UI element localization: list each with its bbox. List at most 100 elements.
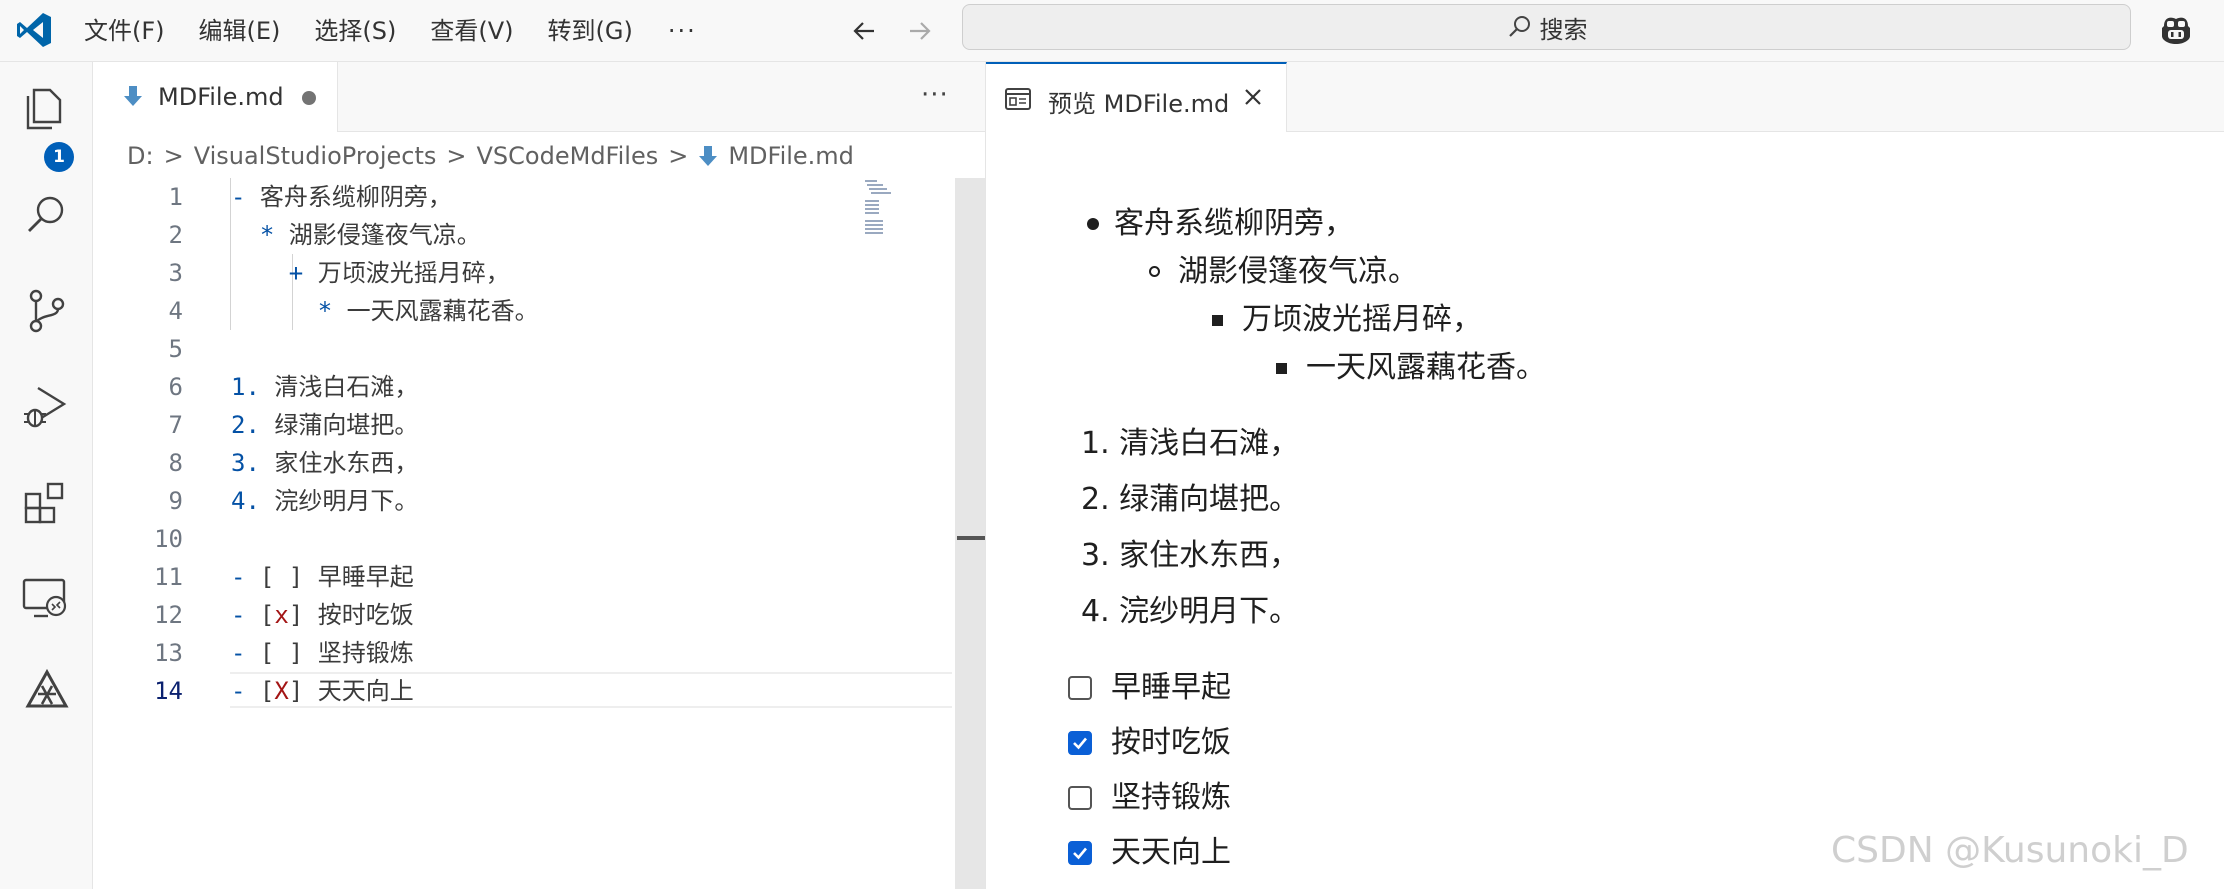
explorer-icon[interactable] (20, 80, 74, 134)
code-editor[interactable]: 1 - 客舟系缆柳阴旁， 2 * 湖影侵篷夜气凉。 3 + 万顷波光摇月碎， 4… (93, 178, 955, 889)
code-line: 4 * 一天风露藕花香。 (93, 292, 883, 330)
code-line: 2 * 湖影侵篷夜气凉。 (93, 216, 883, 254)
editor-scrollbar[interactable] (955, 178, 985, 889)
explorer-badge: 1 (44, 142, 74, 172)
code-line: 5 (93, 330, 883, 368)
bullet-square (1276, 363, 1287, 374)
checkmark-icon (1073, 847, 1087, 860)
list-item: 客舟系缆柳阴旁， (1114, 206, 1354, 241)
menu-edit[interactable]: 编辑(E) (182, 0, 298, 62)
line-number: 8 (168, 449, 183, 477)
menu-go[interactable]: 转到(G) (531, 0, 650, 62)
copilot-icon[interactable] (2156, 10, 2196, 50)
line-content: 1. 清浅白石滩， (231, 373, 419, 401)
preview-icon (1005, 88, 1031, 110)
activity-bar: 1 (0, 62, 93, 889)
markdown-file-icon (699, 146, 718, 166)
source-control-icon[interactable] (20, 284, 74, 338)
chevron-right-icon: > (668, 142, 689, 170)
line-content: * 湖影侵篷夜气凉。 (259, 221, 481, 249)
ordered-list-item: 4. 浣纱明月下。 (1081, 594, 1300, 629)
task-label: 早睡早起 (1111, 670, 1231, 705)
menu-selection[interactable]: 选择(S) (297, 0, 413, 62)
tab-mdfile[interactable]: MDFile.md (93, 62, 338, 132)
menu-view[interactable]: 查看(V) (413, 0, 530, 62)
task-checkbox-checked[interactable] (1068, 731, 1092, 755)
line-content: 4. 浣纱明月下。 (231, 487, 419, 515)
preview-tab-label: 预览 MDFile.md (1048, 90, 1230, 118)
list-item: 湖影侵篷夜气凉。 (1178, 254, 1418, 289)
task-checkbox[interactable] (1068, 786, 1092, 810)
list-item: 万顷波光摇月碎， (1242, 302, 1482, 337)
line-number: 14 (154, 677, 183, 705)
task-label: 按时吃饭 (1111, 725, 1231, 760)
checkmark-icon (1073, 737, 1087, 750)
line-number: 9 (168, 487, 183, 515)
breadcrumb-subfolder[interactable]: VSCodeMdFiles (477, 142, 659, 170)
line-content: * 一天风露藕花香。 (317, 297, 539, 325)
breadcrumb: D: > VisualStudioProjects > VSCodeMdFile… (127, 140, 854, 172)
line-number: 5 (168, 335, 183, 363)
line-number: 10 (154, 525, 183, 553)
code-line: 7 2. 绿蒲向堪把。 (93, 406, 883, 444)
line-content: - [x] 按时吃饭 (231, 601, 414, 629)
code-line: 13 - [ ] 坚持锻炼 (93, 634, 883, 672)
line-content: - [X] 天天向上 (231, 677, 414, 705)
bullet-square (1212, 315, 1223, 326)
task-label: 天天向上 (1111, 835, 1231, 870)
tab-preview[interactable]: 预览 MDFile.md (986, 62, 1287, 132)
search-label: 搜索 (1539, 15, 1588, 44)
copilot-chat-icon[interactable] (20, 666, 74, 720)
watermark: CSDN @Kusunoki_D (1831, 830, 2189, 871)
bullet-circle (1149, 266, 1160, 277)
breadcrumb-drive[interactable]: D: (127, 142, 154, 170)
unsaved-dot-icon[interactable] (302, 91, 316, 105)
ordered-list-item: 2. 绿蒲向堪把。 (1081, 482, 1300, 517)
menu-file[interactable]: 文件(F) (82, 0, 182, 62)
menu-more-button[interactable]: ··· (650, 17, 715, 45)
forward-arrow-icon[interactable] (900, 12, 938, 50)
run-debug-icon[interactable] (20, 380, 74, 434)
line-content: 2. 绿蒲向堪把。 (231, 411, 419, 439)
code-line: 10 (93, 520, 883, 558)
code-line: 12 - [x] 按时吃饭 (93, 596, 883, 634)
more-actions-button[interactable]: ··· (921, 80, 949, 110)
markdown-file-icon (124, 86, 142, 106)
ordered-list-item: 3. 家住水东西， (1081, 538, 1300, 573)
line-number: 2 (168, 221, 183, 249)
vscode-logo-icon[interactable] (14, 10, 54, 50)
back-arrow-icon[interactable] (846, 12, 884, 50)
tab-label: MDFile.md (158, 83, 284, 111)
line-number: 1 (168, 183, 183, 211)
breadcrumb-folder[interactable]: VisualStudioProjects (194, 142, 437, 170)
line-number: 6 (168, 373, 183, 401)
line-content: - 客舟系缆柳阴旁， (231, 183, 452, 211)
menu-bar: 文件(F) 编辑(E) 选择(S) 查看(V) 转到(G) ··· (82, 0, 715, 62)
close-icon[interactable] (1242, 86, 1264, 108)
breadcrumb-file[interactable]: MDFile.md (728, 142, 854, 170)
line-number: 11 (154, 563, 183, 591)
code-line: 9 4. 浣纱明月下。 (93, 482, 883, 520)
code-line: 8 3. 家住水东西， (93, 444, 883, 482)
bullet-disc (1087, 218, 1099, 230)
editor-tab-bar: MDFile.md ··· (93, 62, 985, 132)
code-line: 1 - 客舟系缆柳阴旁， (93, 178, 883, 216)
line-number: 13 (154, 639, 183, 667)
task-checkbox[interactable] (1068, 676, 1092, 700)
list-item: 一天风露藕花香。 (1306, 350, 1546, 385)
command-center-search[interactable]: 搜索 (962, 4, 2131, 50)
code-line: 3 + 万顷波光摇月碎， (93, 254, 883, 292)
preview-tab-bar: 预览 MDFile.md (986, 62, 2224, 132)
task-checkbox-checked[interactable] (1068, 841, 1092, 865)
ordered-list-item: 1. 清浅白石滩， (1081, 426, 1300, 461)
chevron-right-icon: > (446, 142, 467, 170)
code-line: 6 1. 清浅白石滩， (93, 368, 883, 406)
minimap[interactable] (865, 178, 917, 238)
task-label: 坚持锻炼 (1111, 780, 1231, 815)
extensions-icon[interactable] (20, 476, 74, 530)
scrollbar-position-marker (957, 536, 985, 540)
remote-explorer-icon[interactable] (20, 572, 74, 626)
line-number: 7 (168, 411, 183, 439)
search-icon[interactable] (20, 188, 74, 242)
chevron-right-icon: > (163, 142, 184, 170)
